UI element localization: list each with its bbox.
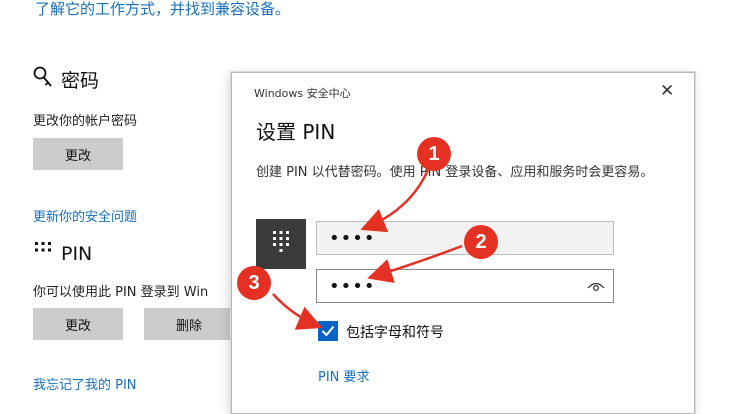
- update-security-questions-link[interactable]: 更新你的安全问题: [33, 206, 137, 225]
- dialog-description: 创建 PIN 以代替密码。使用 PIN 登录设备、应用和服务时会更容易。: [256, 165, 654, 180]
- password-title: 密码: [61, 70, 100, 92]
- keypad-icon: [33, 240, 53, 267]
- close-icon[interactable]: ✕: [660, 81, 674, 101]
- key-icon: [33, 66, 53, 93]
- eye-icon[interactable]: [587, 278, 605, 299]
- password-section-title: 密码: [33, 66, 99, 93]
- keypad-icon: [270, 229, 292, 259]
- password-desc: 更改你的帐户密码: [33, 114, 138, 129]
- change-pin-button[interactable]: 更改: [33, 308, 123, 340]
- pin-section-title: PIN: [33, 240, 92, 267]
- annotation-badge-1: 1: [417, 137, 451, 171]
- confirm-pin-value: ••••: [329, 275, 376, 297]
- include-letters-label[interactable]: 包括字母和符号: [346, 322, 444, 342]
- confirm-pin-input[interactable]: ••••: [316, 269, 614, 303]
- pin-requirements-link[interactable]: PIN 要求: [318, 366, 370, 385]
- dialog-title: 设置 PIN: [256, 120, 336, 144]
- pin-keypad-tile: [256, 219, 306, 269]
- include-letters-checkbox[interactable]: [318, 321, 338, 341]
- pin-title: PIN: [61, 242, 93, 265]
- top-description: 了解它的工作方式，并找到兼容设备。: [35, 0, 291, 18]
- checkmark-icon: [321, 322, 335, 341]
- dialog-caption: Windows 安全中心: [254, 87, 351, 100]
- set-pin-dialog: Windows 安全中心 ✕ 设置 PIN 创建 PIN 以代替密码。使用 PI…: [231, 72, 695, 414]
- forgot-pin-link[interactable]: 我忘记了我的 PIN: [33, 374, 137, 393]
- change-password-button[interactable]: 更改: [33, 138, 123, 170]
- pin-desc: 你可以使用此 PIN 登录到 Win: [33, 285, 209, 300]
- delete-pin-button[interactable]: 删除: [144, 308, 234, 340]
- annotation-badge-3: 3: [237, 266, 271, 300]
- new-pin-value: ••••: [329, 227, 376, 249]
- annotation-badge-2: 2: [464, 225, 498, 259]
